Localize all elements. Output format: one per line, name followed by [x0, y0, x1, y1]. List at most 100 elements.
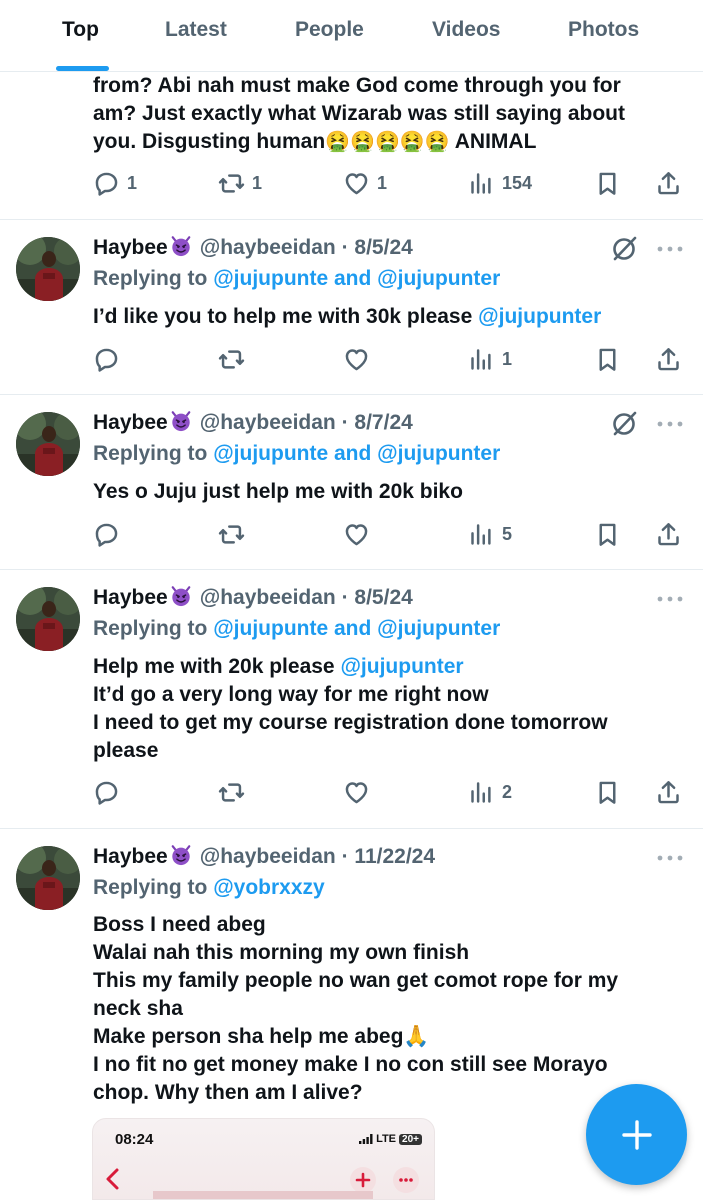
more-icon[interactable]: [656, 594, 684, 604]
more-icon[interactable]: [656, 419, 684, 429]
screenshot-content-band: [153, 1191, 373, 1199]
tab-videos[interactable]: Videos: [432, 18, 500, 42]
reply-button[interactable]: [93, 777, 120, 807]
author-name[interactable]: Haybee: [93, 411, 168, 434]
more-icon[interactable]: [656, 853, 684, 863]
bookmark-icon: [594, 521, 621, 548]
share-button[interactable]: [655, 168, 682, 198]
bookmark-icon: [594, 170, 621, 197]
author-name[interactable]: Haybee: [93, 845, 168, 868]
author-handle[interactable]: @haybeeidan: [200, 845, 336, 868]
like-icon: [343, 170, 370, 197]
share-button[interactable]: [655, 777, 682, 807]
like-button[interactable]: [343, 777, 370, 807]
like-icon: [343, 779, 370, 806]
share-icon: [655, 170, 682, 197]
bookmark-button[interactable]: [594, 344, 621, 374]
screenshot-time: 08:24: [115, 1131, 154, 1148]
post-text: Help me with 20k please @jujupunter It’d…: [93, 655, 608, 762]
replying-to: Replying to @yobrxxzy: [93, 876, 325, 899]
bookmark-button[interactable]: [594, 777, 621, 807]
more-dots-icon: [393, 1167, 419, 1193]
post-header: Haybee @haybeeidan · 8/5/24: [93, 584, 413, 612]
mention-link[interactable]: @jujupunter: [478, 305, 601, 328]
attached-screenshot[interactable]: 08:24 LTE 20+: [92, 1118, 435, 1200]
action-bar: 2: [0, 777, 703, 807]
post-date: · 8/5/24: [341, 236, 413, 259]
repost-icon: [218, 779, 245, 806]
plus-icon: [350, 1167, 376, 1193]
grok-icon[interactable]: [609, 234, 639, 264]
reply-button[interactable]: [93, 344, 120, 374]
avatar[interactable]: [16, 412, 80, 476]
views-button[interactable]: 154: [468, 168, 532, 198]
author-handle[interactable]: @haybeeidan: [200, 586, 336, 609]
bookmark-icon: [594, 779, 621, 806]
repost-icon: [218, 346, 245, 373]
bookmark-button[interactable]: [594, 168, 621, 198]
like-button[interactable]: [343, 344, 370, 374]
share-icon: [655, 779, 682, 806]
author-name[interactable]: Haybee: [93, 236, 168, 259]
share-button[interactable]: [655, 519, 682, 549]
repost-icon: [218, 170, 245, 197]
reply-button[interactable]: [93, 519, 120, 549]
devil-emoji-icon: [170, 410, 192, 432]
reply-icon: [93, 779, 120, 806]
post-partial[interactable]: from? Abi nah must make God come through…: [0, 72, 703, 220]
post-date: · 8/7/24: [341, 411, 413, 434]
repost-button[interactable]: [218, 519, 245, 549]
tab-photos[interactable]: Photos: [568, 18, 639, 42]
tab-people[interactable]: People: [295, 18, 364, 42]
like-icon: [343, 346, 370, 373]
back-chevron-icon: [106, 1168, 119, 1190]
action-bar: 5: [0, 519, 703, 549]
tab-latest[interactable]: Latest: [165, 18, 227, 42]
views-button[interactable]: 2: [468, 777, 512, 807]
like-button[interactable]: 1: [343, 168, 387, 198]
repost-button[interactable]: 1: [218, 168, 262, 198]
replying-to: Replying to @jujupunte and @jujupunter: [93, 267, 501, 290]
mention-link[interactable]: @jujupunter: [340, 655, 463, 678]
share-icon: [655, 521, 682, 548]
compose-icon: [621, 1119, 652, 1150]
post-date: · 8/5/24: [341, 586, 413, 609]
replying-to: Replying to @jujupunte and @jujupunter: [93, 442, 501, 465]
author-name[interactable]: Haybee: [93, 586, 168, 609]
post-text: from? Abi nah must make God come through…: [93, 74, 625, 153]
share-button[interactable]: [655, 344, 682, 374]
author-handle[interactable]: @haybeeidan: [200, 411, 336, 434]
like-button[interactable]: [343, 519, 370, 549]
devil-emoji-icon: [170, 844, 192, 866]
post-text: Boss I need abeg Walai nah this morning …: [93, 913, 619, 1104]
action-bar: 1: [0, 344, 703, 374]
post-text: I’d like you to help me with 30k please …: [93, 305, 602, 328]
reply-button[interactable]: 1: [93, 168, 137, 198]
author-handle[interactable]: @haybeeidan: [200, 236, 336, 259]
compose-button[interactable]: [586, 1084, 687, 1185]
views-button[interactable]: 1: [468, 344, 512, 374]
repost-button[interactable]: [218, 777, 245, 807]
post[interactable]: Haybee @haybeeidan · 8/5/24 Replying to @…: [0, 570, 703, 828]
views-icon: [468, 346, 495, 373]
more-icon[interactable]: [656, 244, 684, 254]
post[interactable]: Haybee @haybeeidan · 8/5/24 Replying to @…: [0, 220, 703, 395]
views-icon: [468, 170, 495, 197]
post[interactable]: Haybee @haybeeidan · 8/7/24 Replying to @…: [0, 395, 703, 570]
reply-icon: [93, 346, 120, 373]
repost-button[interactable]: [218, 344, 245, 374]
post-text: Yes o Juju just help me with 20k biko: [93, 480, 463, 503]
replying-to: Replying to @jujupunte and @jujupunter: [93, 617, 501, 640]
avatar[interactable]: [16, 587, 80, 651]
views-icon: [468, 779, 495, 806]
bookmark-icon: [594, 346, 621, 373]
bookmark-button[interactable]: [594, 519, 621, 549]
avatar[interactable]: [16, 846, 80, 910]
repost-icon: [218, 521, 245, 548]
tab-top[interactable]: Top: [62, 18, 99, 42]
avatar[interactable]: [16, 237, 80, 301]
nauseated-emoji-run: 🤮🤮🤮🤮🤮: [325, 131, 450, 153]
post-header: Haybee @haybeeidan · 8/5/24: [93, 234, 413, 262]
grok-icon[interactable]: [609, 409, 639, 439]
views-button[interactable]: 5: [468, 519, 512, 549]
